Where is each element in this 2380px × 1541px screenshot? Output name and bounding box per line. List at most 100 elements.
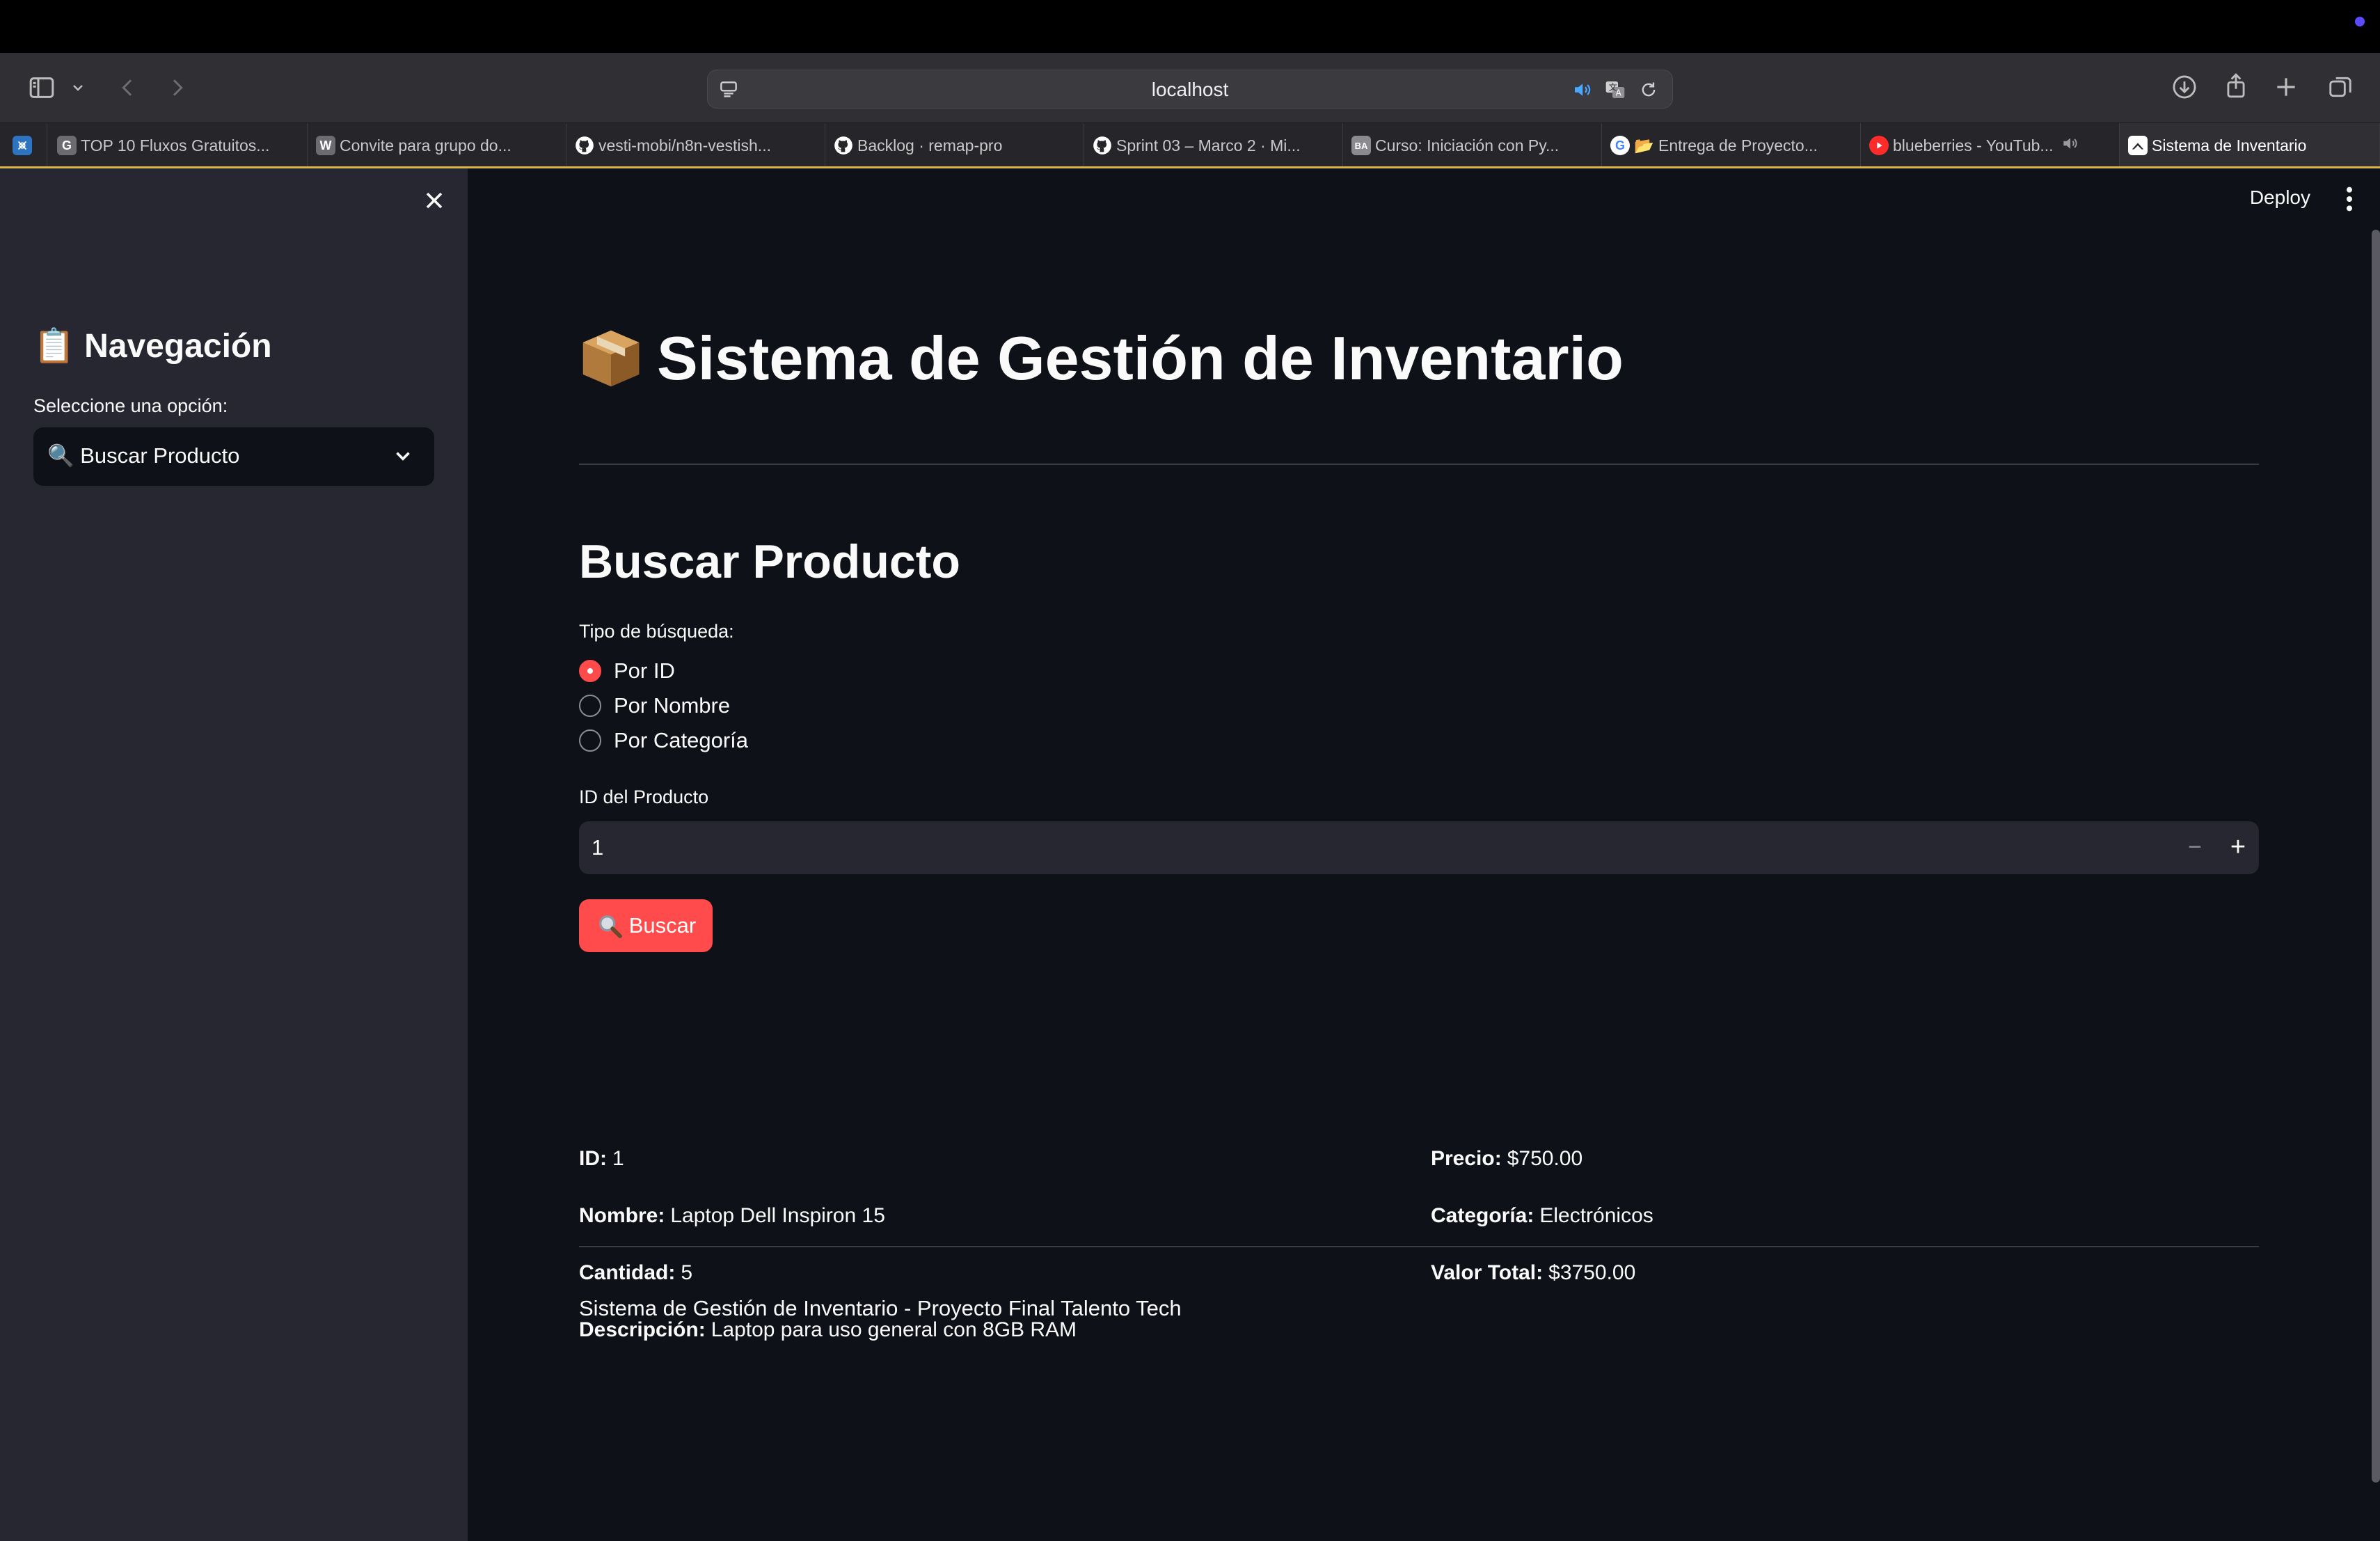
field-value: Electrónicos [1539, 1204, 1653, 1227]
tab-title: blueberries - YouTub... [1893, 136, 2054, 155]
result-id: ID: 1 [579, 1147, 624, 1171]
tab-title: Convite para grupo do... [340, 136, 511, 155]
field-label: ID: [579, 1147, 607, 1170]
sidebar-heading: 📋 Navegación [33, 328, 272, 365]
decrement-button[interactable]: − [2182, 834, 2207, 862]
tab-title: Backlog · remap-pro [857, 136, 1003, 155]
deploy-button[interactable]: Deploy [2250, 187, 2310, 209]
main-content: Deploy Sistema de Gestión de Inventario … [468, 168, 2380, 1541]
close-sidebar-icon[interactable] [420, 187, 448, 214]
select-label: Seleccione una opción: [33, 395, 228, 416]
tab-overview-icon[interactable] [2327, 74, 2354, 100]
field-label: Precio: [1431, 1147, 1502, 1170]
field-value: $3750.00 [1548, 1261, 1636, 1284]
select-value: 🔍 Buscar Producto [47, 443, 240, 468]
tab-4[interactable]: Backlog · remap-pro [825, 123, 1084, 168]
divider-bottom [579, 1246, 2259, 1247]
radio-por-categoria[interactable]: Por Categoría [579, 728, 748, 753]
url-text: localhost [1151, 79, 1229, 100]
package-icon [579, 326, 643, 390]
tab-favicon-w: W [316, 136, 335, 155]
magnifier-icon [598, 915, 622, 938]
tab-title: TOP 10 Fluxos Gratuitos... [81, 136, 270, 155]
menu-bar [0, 0, 2380, 53]
tab-title: Sprint 03 – Marco 2 · Mi... [1116, 136, 1301, 155]
github-icon [834, 136, 853, 155]
chevron-down-icon[interactable] [70, 79, 86, 96]
result-valor-total: Valor Total: $3750.00 [1431, 1261, 1635, 1285]
forward-icon[interactable] [166, 75, 188, 100]
product-id-input[interactable]: 1 − + [579, 821, 2259, 874]
radio-label: Por ID [614, 658, 675, 683]
back-icon[interactable] [117, 75, 139, 100]
result-cantidad: Cantidad: 5 [579, 1261, 692, 1285]
tab-1[interactable]: G TOP 10 Fluxos Gratuitos... [49, 123, 308, 168]
address-bar[interactable]: localhost 文A [707, 70, 1673, 109]
github-icon [575, 136, 594, 155]
reload-icon[interactable] [1637, 79, 1660, 101]
share-icon[interactable] [2223, 71, 2249, 100]
result-nombre: Nombre: Laptop Dell Inspiron 15 [579, 1204, 885, 1228]
tab-favicon-g: G [57, 136, 77, 155]
field-value: 5 [681, 1261, 693, 1284]
audio-playing-icon[interactable] [2061, 134, 2079, 157]
tab-strip: G TOP 10 Fluxos Gratuitos... W Convite p… [0, 123, 2380, 168]
footer-text: Sistema de Gestión de Inventario - Proye… [579, 1296, 1182, 1320]
new-tab-icon[interactable] [2273, 74, 2299, 100]
tab-7[interactable]: G 📂 Entrega de Proyecto... [1602, 123, 1861, 168]
radio-por-id[interactable]: Por ID [579, 658, 675, 683]
tab-6[interactable]: BA Curso: Iniciación con Py... [1343, 123, 1602, 168]
pinned-tab-icon [13, 136, 32, 155]
tab-title: Sistema de Inventario [2152, 136, 2307, 155]
tab-title: 📂 Entrega de Proyecto... [1634, 136, 1818, 155]
downloads-icon[interactable] [2171, 74, 2198, 100]
github-icon [1093, 136, 1112, 155]
scrollbar[interactable] [2372, 230, 2380, 1483]
navigation-select[interactable]: 🔍 Buscar Producto [33, 427, 434, 486]
field-label: Categoría: [1431, 1204, 1534, 1227]
increment-button[interactable]: + [2226, 832, 2251, 862]
field-value: Laptop para uso general con 8GB RAM [711, 1318, 1077, 1341]
tab-title: vesti-mobi/n8n-vestish... [598, 136, 771, 155]
field-label: Nombre: [579, 1204, 665, 1227]
chevron-down-icon [391, 444, 415, 468]
field-value: Laptop Dell Inspiron 15 [670, 1204, 885, 1227]
radio-por-nombre[interactable]: Por Nombre [579, 693, 730, 718]
id-label: ID del Producto [579, 787, 709, 807]
tab-title: Curso: Iniciación con Py... [1375, 136, 1560, 155]
search-type-label: Tipo de búsqueda: [579, 621, 734, 642]
status-dot [2355, 17, 2365, 26]
tab-pinned[interactable] [0, 123, 47, 168]
translate-icon[interactable]: 文A [1604, 79, 1626, 101]
radio-label: Por Nombre [614, 693, 731, 718]
tab-2[interactable]: W Convite para grupo do... [308, 123, 566, 168]
field-label: Valor Total: [1431, 1261, 1544, 1284]
sidebar-toggle-icon[interactable] [26, 74, 57, 102]
result-categoria: Categoría: Electrónicos [1431, 1204, 1653, 1228]
course-icon: BA [1351, 136, 1371, 155]
speaker-icon[interactable] [1571, 79, 1593, 101]
search-button[interactable]: Buscar [579, 899, 713, 952]
youtube-icon [1869, 136, 1889, 155]
product-id-value: 1 [592, 835, 604, 860]
streamlit-icon [2128, 136, 2148, 155]
radio-unchecked-icon [579, 695, 601, 717]
tab-3[interactable]: vesti-mobi/n8n-vestish... [566, 123, 825, 168]
google-icon: G [1610, 136, 1630, 155]
svg-text:A: A [1616, 88, 1622, 98]
title-text: Sistema de Gestión de Inventario [657, 324, 1624, 393]
page-title: Sistema de Gestión de Inventario [579, 323, 1624, 394]
radio-label: Por Categoría [614, 728, 748, 752]
streamlit-app: 📋 Navegación Seleccione una opción: 🔍 Bu… [0, 168, 2380, 1541]
field-value: 1 [612, 1147, 624, 1170]
main-menu-icon[interactable] [2344, 185, 2355, 213]
tab-8[interactable]: blueberries - YouTub... [1861, 123, 2120, 168]
section-title: Buscar Producto [579, 535, 960, 588]
field-label: Descripción: [579, 1318, 706, 1341]
field-value: $750.00 [1507, 1147, 1583, 1170]
result-descripcion: Descripción: Laptop para uso general con … [579, 1318, 1077, 1342]
sidebar: 📋 Navegación Seleccione una opción: 🔍 Bu… [0, 168, 468, 1541]
tab-active[interactable]: Sistema de Inventario [2120, 123, 2380, 168]
tab-5[interactable]: Sprint 03 – Marco 2 · Mi... [1084, 123, 1343, 168]
field-label: Cantidad: [579, 1261, 676, 1284]
